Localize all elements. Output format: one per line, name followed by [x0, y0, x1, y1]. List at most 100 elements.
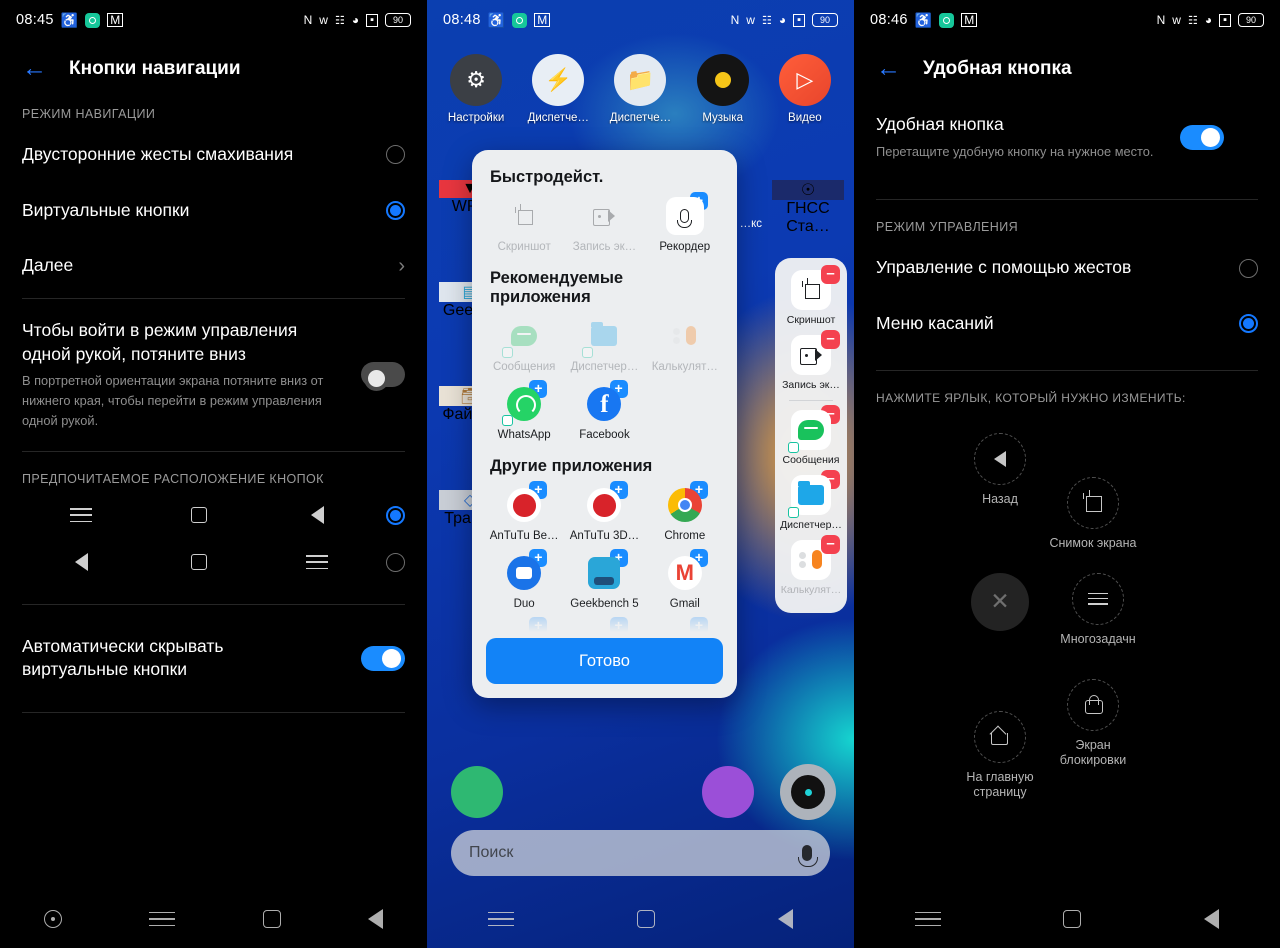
dialog-item-label: WhatsApp — [497, 429, 551, 441]
one-hand-mode-row[interactable]: Чтобы войти в режим управления одной рук… — [0, 303, 427, 447]
side-item-messages[interactable]: – Сообщения — [775, 405, 847, 466]
shortcut-lockscreen[interactable]: Экран блокировки — [1047, 678, 1139, 769]
remove-icon[interactable]: – — [821, 265, 840, 284]
calculator-icon — [666, 317, 704, 355]
menu-icon[interactable] — [488, 911, 515, 927]
page-header: ← Кнопки навигации — [0, 40, 427, 91]
divider — [876, 369, 1258, 371]
radio-touch-menu[interactable] — [1239, 314, 1258, 334]
vibrate-icon: ☷ — [761, 14, 772, 27]
layout-option-2[interactable] — [0, 539, 427, 586]
dock-camera-icon[interactable] — [780, 764, 836, 820]
home-app[interactable]: ▷ Видео — [768, 54, 842, 124]
shortcut-home[interactable]: На главную страницу — [954, 710, 1046, 801]
cast-icon: ▪ — [1219, 13, 1231, 27]
side-item-screenrecord[interactable]: – Запись эк… — [775, 330, 847, 391]
layout-option-1[interactable] — [0, 492, 427, 539]
radio-gestures[interactable] — [386, 145, 405, 165]
auto-hide-toggle[interactable] — [361, 645, 405, 671]
dialog-item-whatsapp[interactable]: + WhatsApp — [484, 380, 564, 441]
dialog-item-facebook[interactable]: + f Facebook — [564, 380, 644, 441]
home-app[interactable]: Музыка — [686, 54, 760, 124]
shortcut-screenshot[interactable]: Снимок экрана — [1047, 476, 1139, 552]
done-button[interactable]: Готово — [486, 638, 723, 684]
home-app-label: Музыка — [702, 112, 743, 124]
menu-icon[interactable] — [149, 911, 176, 927]
radio-virtual-buttons[interactable] — [386, 200, 405, 220]
dialog-item-label: Gmail — [669, 598, 700, 610]
option-row-touch-menu[interactable]: Меню касаний — [854, 296, 1280, 352]
microphone-icon[interactable] — [798, 845, 818, 867]
battery-icon: 90 — [1238, 13, 1264, 27]
dialog-item-duo[interactable]: + Duo — [484, 549, 564, 610]
dialog-item-filemanager[interactable]: Диспетчер… — [564, 317, 644, 373]
shortcut-back[interactable]: Назад — [954, 432, 1046, 508]
radio-layout-1[interactable] — [386, 505, 405, 525]
shortcut-multitask[interactable]: Многозадачн — [1052, 572, 1144, 648]
dialog-item-recorder[interactable]: + Рекордер — [645, 192, 725, 253]
system-navbar — [854, 890, 1280, 948]
home-app[interactable]: 📁 Диспетче… — [603, 54, 677, 124]
option-row-gestures[interactable]: Двусторонние жесты смахивания — [0, 127, 427, 183]
dialog-item-antutu3d[interactable]: + AnTuTu 3D… — [564, 481, 644, 542]
home-square-icon[interactable] — [1063, 910, 1082, 928]
back-triangle-icon[interactable] — [777, 909, 793, 929]
assistive-toggle[interactable] — [1180, 124, 1224, 150]
dialog-item-calculator[interactable]: Калькулят… — [645, 317, 725, 373]
assistant-dot-icon[interactable] — [43, 910, 62, 928]
dock-phone-icon[interactable] — [451, 766, 503, 818]
search-bar[interactable]: Поиск — [451, 830, 830, 876]
side-item-filemanager[interactable]: – Диспетчер… — [775, 470, 847, 531]
back-triangle-icon[interactable] — [1203, 909, 1219, 929]
home-app[interactable]: ⚡ Диспетче… — [521, 54, 595, 124]
record-badge-icon — [939, 12, 955, 28]
panel-assistive-button: 08:46 ♿ M N w ☷ ◕ ▪ 90 ← Удобная кнопка … — [854, 0, 1280, 948]
radio-gesture-control[interactable] — [1239, 258, 1258, 278]
dialog-item-label: Диспетчер… — [570, 361, 639, 373]
messages-icon — [502, 317, 543, 358]
dock-gallery-icon[interactable] — [702, 766, 754, 818]
home-app[interactable]: ☉ ГНСС Ста… — [772, 180, 844, 236]
menu-icon — [258, 555, 376, 570]
radio-layout-2[interactable] — [386, 552, 405, 572]
menu-icon[interactable] — [915, 911, 942, 927]
dialog-item-gmail[interactable]: + M Gmail — [645, 549, 725, 610]
home-square-icon[interactable] — [636, 910, 655, 928]
dialog-item-label: Facebook — [579, 429, 630, 441]
option-label: Двусторонние жесты смахивания — [22, 144, 294, 164]
divider — [22, 297, 405, 299]
dialog-item-geekbench[interactable]: + Geekbench 5 — [564, 549, 644, 610]
add-icon[interactable]: + — [609, 617, 628, 635]
home-square-icon[interactable] — [262, 910, 281, 928]
dialog-item-messages[interactable]: Сообщения — [484, 317, 564, 373]
add-icon[interactable]: + — [689, 617, 708, 635]
back-button[interactable]: ← — [22, 56, 47, 81]
side-item-screenshot[interactable]: – Скриншот — [775, 265, 847, 326]
search-input[interactable]: Поиск — [469, 844, 802, 862]
status-bar: 08:48 ♿ M N w ☷ ◕ ▪ 90 — [427, 0, 854, 40]
page-title: Удобная кнопка — [923, 57, 1072, 79]
back-button[interactable]: ← — [876, 56, 901, 81]
shortcut-close[interactable]: ✕ — [954, 572, 1046, 631]
crop-screenshot-icon — [505, 197, 543, 235]
assistive-button-row[interactable]: Удобная кнопка Перетащите удобную кнопку… — [854, 91, 1280, 177]
option-row-virtual-buttons[interactable]: Виртуальные кнопки — [0, 183, 427, 239]
dialog-item-screenshot[interactable]: Скриншот — [484, 197, 564, 253]
side-item-calculator[interactable]: – Калькулят… — [775, 535, 847, 596]
chrome-icon — [666, 486, 704, 524]
close-icon[interactable]: ✕ — [971, 572, 1029, 631]
add-icon[interactable]: + — [529, 617, 548, 635]
shortcut-edit-dialog: Быстродейст. Скриншот Запись эк… + Рекор… — [472, 150, 737, 698]
back-triangle-icon[interactable] — [368, 909, 384, 929]
nfc-icon: N — [303, 13, 313, 27]
remove-icon[interactable]: – — [821, 330, 840, 349]
dialog-item-chrome[interactable]: + Chrome — [645, 481, 725, 542]
dialog-item-screenrecord[interactable]: Запись эк… — [564, 197, 644, 253]
auto-hide-row[interactable]: Автоматически скрывать виртуальные кнопк… — [0, 609, 427, 708]
dialog-item-antutu[interactable]: + AnTuTu Be… — [484, 481, 564, 542]
option-row-gestures[interactable]: Управление с помощью жестов — [854, 240, 1280, 296]
one-hand-toggle[interactable] — [361, 362, 405, 392]
home-app[interactable]: ⚙ Настройки — [439, 54, 513, 124]
more-row[interactable]: Далее › — [0, 238, 427, 294]
antutu-icon — [505, 486, 543, 524]
